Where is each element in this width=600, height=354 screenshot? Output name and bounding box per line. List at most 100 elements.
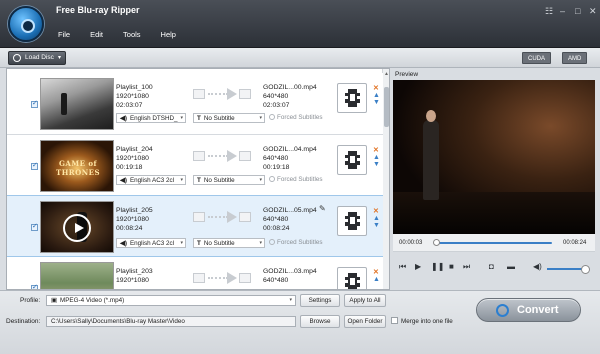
merge-checkbox[interactable] <box>391 317 398 324</box>
chevron-down-icon: ▾ <box>289 297 292 303</box>
play-icon[interactable]: ▶ <box>415 262 421 271</box>
move-up-icon[interactable]: ▲ <box>373 215 380 222</box>
move-down-icon[interactable]: ▼ <box>373 222 380 229</box>
menu-help[interactable]: Help <box>161 30 176 39</box>
previous-icon[interactable]: ⏮ <box>399 262 406 272</box>
subtitle-value: No Subtitle <box>203 115 235 122</box>
remove-icon[interactable]: ✕ <box>373 85 380 92</box>
film-icon <box>345 151 360 169</box>
app-logo-icon <box>8 6 44 42</box>
volume-icon[interactable]: ◀) <box>533 262 542 271</box>
scroll-up-icon[interactable]: ▲ <box>384 71 389 77</box>
close-icon[interactable]: ✕ <box>589 6 597 17</box>
subtitle-icon: T <box>197 240 201 247</box>
profile-label: Profile: <box>20 297 41 304</box>
seek-bar[interactable] <box>434 242 552 244</box>
list-scrollbar[interactable]: ▲ <box>382 69 389 289</box>
audio-track-value: English DTSHD_ <box>129 115 178 122</box>
output-format-button[interactable] <box>337 206 367 236</box>
subtitle-icon: T <box>197 115 201 122</box>
row-checkbox[interactable] <box>31 161 38 170</box>
film-icon <box>345 212 360 230</box>
profile-select[interactable]: ▣ MPEG-4 Video (*.mp4) ▾ <box>46 295 296 306</box>
scrollbar-thumb[interactable] <box>384 87 389 127</box>
audio-track-select[interactable]: ◀) English DTSHD_ ▾ <box>116 113 186 123</box>
forced-subtitles-option[interactable]: Forced Subtitles <box>269 239 323 246</box>
merge-option[interactable]: Merge into one file <box>391 317 453 325</box>
title-bar: Free Blu-ray Ripper File Edit Tools Help… <box>0 0 600 48</box>
output-info: GODZIL...04.mp4 640*480 00:19:18 <box>263 145 325 172</box>
remove-icon[interactable]: ✕ <box>373 269 380 276</box>
subtitle-select[interactable]: T No Subtitle ▾ <box>193 113 265 123</box>
subtitle-value: No Subtitle <box>203 177 235 184</box>
convert-button[interactable]: Convert <box>476 298 581 322</box>
move-up-icon[interactable]: ▲ <box>373 154 380 161</box>
next-icon[interactable]: ⏭ <box>463 262 470 272</box>
convert-arrow-icon <box>193 270 251 286</box>
output-info: GODZIL...03.mp4 640*480 <box>263 267 325 285</box>
audio-track-select[interactable]: ◀) English AC3 2cl ▾ <box>116 238 186 248</box>
apply-to-all-button[interactable]: Apply to All <box>344 294 386 307</box>
volume-slider[interactable] <box>547 265 590 274</box>
preview-video[interactable] <box>393 80 595 234</box>
subtitle-select[interactable]: T No Subtitle ▾ <box>193 238 265 248</box>
pause-icon[interactable]: ❚❚ <box>431 262 444 271</box>
subtitle-select[interactable]: T No Subtitle ▾ <box>193 175 265 185</box>
subtitle-icon: T <box>197 177 201 184</box>
forced-subtitles-option[interactable]: Forced Subtitles <box>269 176 323 183</box>
list-item[interactable]: Playlist_100 1920*1080 02:03:07 GODZIL..… <box>7 73 383 135</box>
source-info: Playlist_100 1920*1080 02:03:07 <box>116 83 186 110</box>
row-checkbox[interactable] <box>31 99 38 108</box>
output-format-button[interactable] <box>337 145 367 175</box>
cuda-badge: CUDA <box>522 52 552 64</box>
remove-icon[interactable]: ✕ <box>373 208 380 215</box>
row-thumbnail <box>40 201 114 253</box>
destination-label: Destination: <box>6 318 41 325</box>
play-icon[interactable] <box>63 214 91 242</box>
remove-icon[interactable]: ✕ <box>373 147 380 154</box>
current-time: 00:00:03 <box>399 240 423 246</box>
maximize-icon[interactable]: □ <box>575 6 580 16</box>
destination-field[interactable]: C:\Users\Sally\Documents\Blu-ray Master\… <box>46 316 296 327</box>
row-thumbnail <box>40 78 114 130</box>
preview-timeline: 00:00:03 00:08:24 <box>393 234 595 252</box>
output-name: GODZIL...04.mp4 <box>263 146 317 153</box>
settings-button[interactable]: Settings <box>300 294 340 307</box>
list-item-selected[interactable]: Playlist_205 1920*1080 00:08:24 GODZIL..… <box>7 195 383 257</box>
open-folder-button[interactable]: Open Folder <box>344 315 386 328</box>
menu-file[interactable]: File <box>58 30 70 39</box>
row-actions: ✕ ▲ ▼ <box>373 147 380 168</box>
forced-subtitles-checkbox[interactable] <box>269 176 275 182</box>
minimize-icon[interactable]: – <box>560 6 565 16</box>
list-item[interactable]: GAME of THRONES Playlist_204 1920*1080 0… <box>7 135 383 197</box>
stop-icon[interactable]: ■ <box>449 262 454 271</box>
forced-subtitles-option[interactable]: Forced Subtitles <box>269 114 323 121</box>
seek-handle[interactable] <box>433 239 440 246</box>
browse-button[interactable]: Browse <box>300 315 340 328</box>
move-down-icon[interactable]: ▼ <box>373 161 380 168</box>
folder-icon[interactable]: ▬ <box>507 262 515 271</box>
menu-tools[interactable]: Tools <box>123 30 141 39</box>
row-actions: ✕ ▲ <box>373 269 380 283</box>
merge-label: Merge into one file <box>401 318 453 325</box>
menu-edit[interactable]: Edit <box>90 30 103 39</box>
output-format-button[interactable] <box>337 83 367 113</box>
output-name: GODZIL...03.mp4 <box>263 268 317 275</box>
forced-subtitles-checkbox[interactable] <box>269 114 275 120</box>
chevron-down-icon: ▾ <box>180 240 183 246</box>
move-down-icon[interactable]: ▼ <box>373 99 380 106</box>
pencil-icon[interactable]: ✎ <box>319 204 326 213</box>
cart-icon[interactable]: ☷ <box>545 6 553 17</box>
move-up-icon[interactable]: ▲ <box>373 92 380 99</box>
load-disc-button[interactable]: Load Disc ▾ <box>8 51 66 65</box>
list-item[interactable]: Playlist_203 1920*1080 GODZIL...03.mp4 6… <box>7 257 383 289</box>
row-checkbox[interactable] <box>31 222 38 231</box>
audio-track-select[interactable]: ◀) English AC3 2cl ▾ <box>116 175 186 185</box>
snapshot-icon[interactable]: ◘ <box>489 262 494 271</box>
output-name: GODZIL...00.mp4 <box>263 84 317 91</box>
source-name: Playlist_203 <box>116 268 153 275</box>
move-up-icon[interactable]: ▲ <box>373 276 380 283</box>
output-resolution: 640*480 <box>263 93 289 100</box>
forced-subtitles-checkbox[interactable] <box>269 239 275 245</box>
output-format-button[interactable] <box>337 267 367 289</box>
